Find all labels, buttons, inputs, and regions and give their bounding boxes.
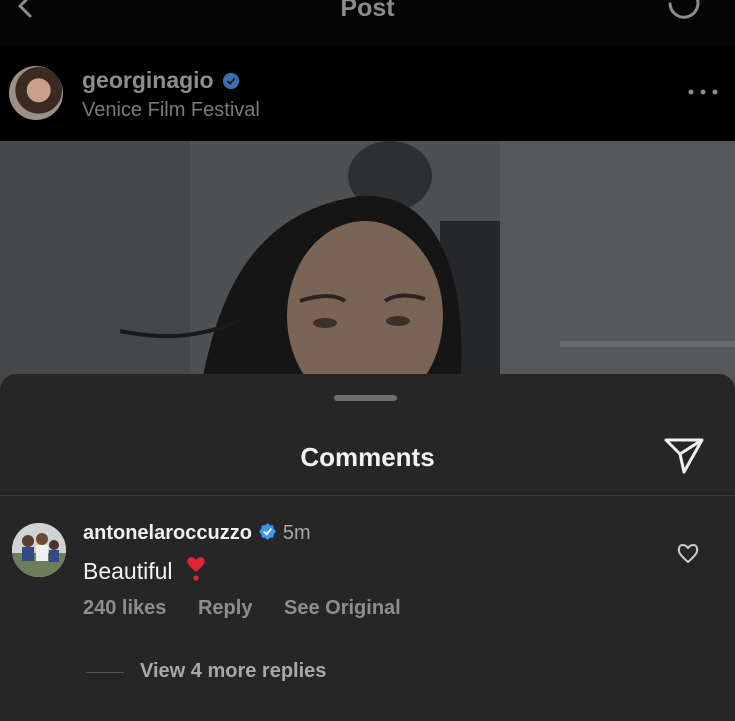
comment-likes-count[interactable]: 240 likes — [83, 597, 166, 619]
author-username[interactable]: georginagio — [82, 67, 240, 94]
comments-sheet: Comments antonelaroccuzzo 5m Beautiful 2… — [0, 374, 735, 721]
post-location[interactable]: Venice Film Festival — [82, 99, 260, 122]
comment-timestamp: 5m — [282, 522, 311, 544]
post-photo[interactable] — [0, 141, 735, 391]
heart-outline-icon[interactable] — [676, 542, 700, 564]
author-username-text[interactable]: georginagio — [82, 67, 214, 93]
comments-title: Comments — [300, 442, 435, 472]
post-header: georginagio Venice Film Festival — [0, 46, 735, 141]
post-photo-drawing — [0, 141, 735, 391]
verified-badge-icon — [258, 522, 276, 541]
divider — [0, 495, 735, 496]
comment-text-body: Beautiful — [83, 558, 173, 584]
replies-indicator-line — [86, 672, 124, 673]
verified-badge-icon — [222, 72, 239, 90]
see-original-button[interactable]: See Original — [284, 597, 401, 619]
top-nav-bar: Post — [0, 0, 735, 46]
reply-button[interactable]: Reply — [198, 597, 252, 619]
sheet-drag-handle[interactable] — [334, 395, 397, 401]
view-more-replies-button[interactable]: View 4 more replies — [140, 660, 326, 683]
paper-plane-icon[interactable] — [662, 436, 706, 476]
commenter-username[interactable]: antonelaroccuzzo 5m — [83, 522, 311, 545]
commenter-avatar-image — [12, 523, 66, 577]
refresh-icon[interactable] — [662, 0, 706, 30]
commenter-avatar[interactable] — [12, 523, 66, 577]
commenter-username-text[interactable]: antonelaroccuzzo — [83, 522, 252, 544]
more-horizontal-icon[interactable] — [687, 84, 719, 100]
page-title: Post — [340, 0, 395, 22]
heart-exclamation-emoji-icon — [186, 557, 205, 581]
comment-text: Beautiful — [83, 555, 207, 585]
comment-meta: 240 likes Reply See Original — [83, 597, 427, 620]
author-avatar[interactable] — [9, 66, 63, 120]
